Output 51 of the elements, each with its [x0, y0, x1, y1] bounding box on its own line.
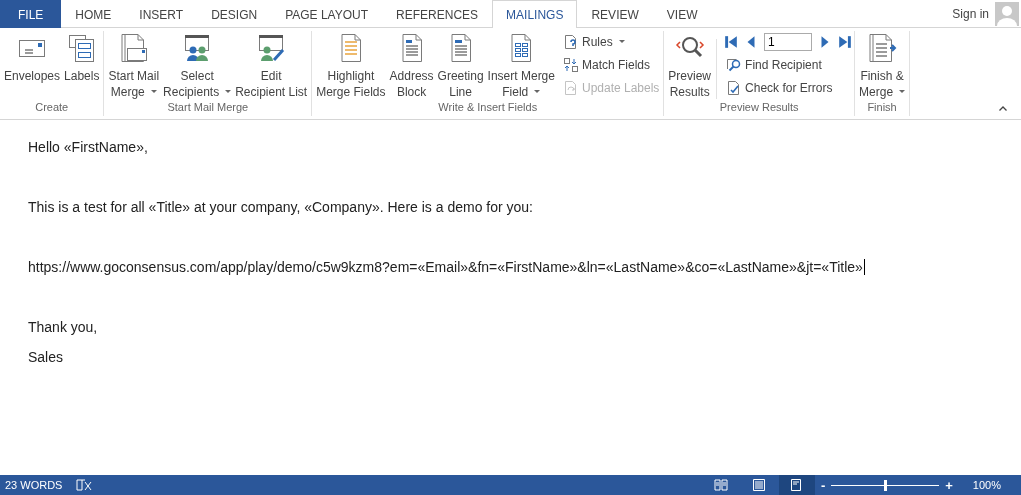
ribbon-tab[interactable]: FILE	[0, 0, 62, 28]
group-label: Create	[35, 101, 69, 115]
ribbon-button[interactable]: Rules	[560, 31, 662, 53]
ribbon-button[interactable]: Find Recipient	[724, 54, 853, 76]
ribbon-tab[interactable]: INSERT	[125, 0, 198, 28]
ribbon-button[interactable]: Start Mail Merge	[106, 31, 162, 101]
zoom-level[interactable]: 100%	[972, 479, 1001, 491]
document-paragraph: https://www.goconsensus.com/app/play/demo/c5w9kzm8?em=«Email»&fn=«FirstName»&ln=«LastName»&co=«LastName»&jt=«Title»	[28, 259, 863, 275]
ribbon-button[interactable]: Preview Results	[666, 31, 714, 101]
ribbon-button[interactable]: Finish & Merge	[857, 31, 908, 101]
ribbon-button[interactable]: Insert Merge Field	[485, 31, 557, 101]
ribbon-tab[interactable]: DESIGN	[197, 0, 272, 28]
ribbon-button[interactable]: Envelopes	[2, 31, 63, 85]
ribbon-button[interactable]: Highlight Merge Fields	[314, 31, 388, 101]
collapse-icon[interactable]	[999, 106, 1007, 111]
web-layout-icon[interactable]	[778, 475, 815, 495]
first-record-icon[interactable]	[724, 35, 739, 49]
document-paragraph: Sales	[28, 349, 64, 365]
zoom-out-button[interactable]: -	[820, 477, 826, 493]
zoom-in-button[interactable]: +	[945, 477, 953, 493]
ribbon-tab[interactable]: VIEW	[652, 0, 712, 28]
last-record-icon[interactable]	[838, 35, 853, 49]
ribbon-button[interactable]: Address Block	[387, 31, 436, 101]
group-label: Start Mail Merge	[167, 101, 249, 115]
document-arrow-icon	[866, 32, 899, 64]
sign-in-link[interactable]: Sign in	[952, 6, 989, 21]
document-paragraph: This is a test for all «Title» at your company, «Company». Here is a demo for you:	[28, 199, 533, 215]
ribbon-tab[interactable]: PAGE LAYOUT	[271, 0, 383, 28]
zoom-slider-thumb[interactable]	[884, 479, 888, 491]
record-field[interactable]: 1	[764, 33, 813, 51]
word-count[interactable]: 23 WORDS	[5, 479, 63, 491]
ribbon-button[interactable]: Labels	[62, 31, 102, 85]
document-paragraph: Hello «FirstName»,	[28, 139, 148, 155]
ribbon-button[interactable]: Match Fields	[560, 54, 662, 76]
match-arrows-icon	[562, 57, 579, 73]
ribbon-tab[interactable]: REVIEW	[577, 0, 653, 28]
ribbon-tab[interactable]: HOME	[61, 0, 126, 28]
group-label: Preview Results	[719, 101, 799, 115]
refresh-document-icon	[562, 80, 579, 96]
group-label: Write & Insert Fields	[438, 101, 538, 115]
ribbon-tab[interactable]: MAILINGS	[492, 0, 578, 28]
ribbon-button[interactable]: Edit Recipient List	[233, 31, 310, 101]
ribbon-button[interactable]: Greeting Line	[435, 31, 486, 101]
proofing-book-icon[interactable]	[76, 478, 93, 492]
find-icon	[726, 57, 743, 73]
document-question-icon	[562, 34, 579, 50]
group-label: Finish	[867, 101, 897, 115]
ribbon-tab[interactable]: REFERENCES	[382, 0, 493, 28]
document-paragraph: Thank you,	[28, 319, 98, 335]
ribbon-button[interactable]: Select Recipients	[161, 31, 234, 101]
ribbon-button[interactable]: Check for Errors	[724, 77, 853, 99]
